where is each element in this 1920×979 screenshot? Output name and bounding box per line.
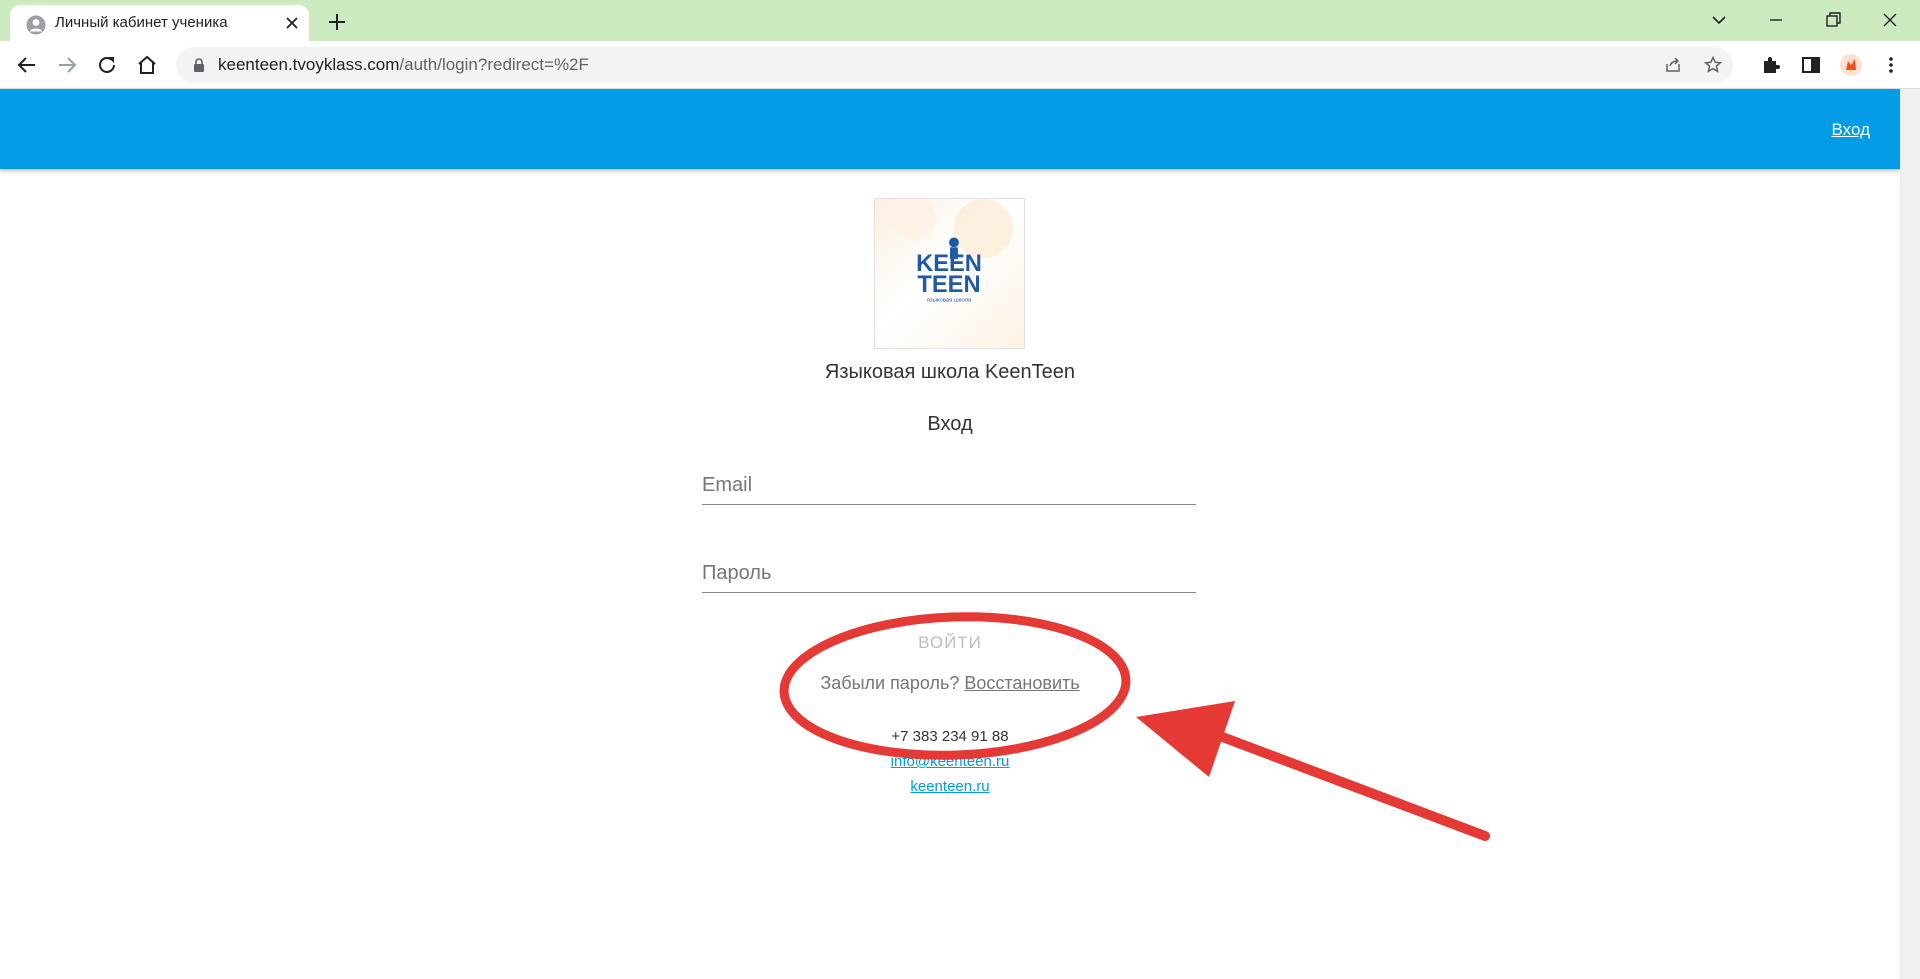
- address-bar[interactable]: keenteen.tvoyklass.com/auth/login?redire…: [176, 47, 1733, 83]
- page-viewport: Вход KEEN TEEN языковая школа Языковая ш…: [0, 89, 1900, 979]
- form-title: Вход: [927, 413, 973, 435]
- restore-password-link[interactable]: Восстановить: [964, 673, 1079, 693]
- login-submit-button[interactable]: ВОЙТИ: [860, 627, 1040, 659]
- school-logo: KEEN TEEN языковая школа: [874, 197, 1025, 349]
- contacts-block: +7 383 234 91 88 info@keenteen.ru keente…: [0, 724, 1900, 799]
- reload-icon[interactable]: [95, 53, 119, 77]
- extensions-puzzle-icon[interactable]: [1759, 53, 1783, 77]
- url-path: /auth/login?redirect=%2F: [399, 55, 589, 74]
- account-icon: [26, 15, 46, 35]
- tab-search-chevron-icon[interactable]: [1707, 8, 1731, 32]
- browser-menu-icon[interactable]: [1879, 53, 1903, 77]
- profile-avatar-icon[interactable]: [1839, 53, 1863, 77]
- restore-icon[interactable]: [1821, 8, 1845, 32]
- url-host: keenteen.tvoyklass.com: [218, 55, 400, 74]
- forgot-password-question: Забыли пароль?: [820, 673, 960, 693]
- contact-phone: +7 383 234 91 88: [891, 728, 1009, 745]
- forward-arrow-icon[interactable]: [55, 53, 79, 77]
- page-scrollbar[interactable]: [1900, 89, 1920, 979]
- side-panel-icon[interactable]: [1799, 53, 1823, 77]
- share-icon[interactable]: [1663, 55, 1683, 75]
- url-text[interactable]: keenteen.tvoyklass.com/auth/login?redire…: [218, 55, 589, 75]
- logo-line2: TEEN: [917, 272, 980, 298]
- keenteen-logo-icon: KEEN TEEN языковая школа: [892, 197, 1014, 304]
- browser-tab[interactable]: Личный кабинет ученика: [10, 5, 309, 41]
- logo-caption: языковая школа: [927, 298, 972, 304]
- email-field[interactable]: [702, 455, 1196, 505]
- email-input[interactable]: [702, 455, 1196, 504]
- close-window-icon[interactable]: [1878, 8, 1902, 32]
- minimize-icon[interactable]: [1764, 8, 1788, 32]
- close-tab-icon[interactable]: [284, 15, 300, 31]
- lock-icon[interactable]: [191, 57, 207, 73]
- school-name: Языковая школа KeenTeen: [824, 361, 1076, 383]
- password-input[interactable]: [702, 543, 1196, 592]
- bookmark-star-icon[interactable]: [1703, 55, 1723, 75]
- back-arrow-icon[interactable]: [15, 53, 39, 77]
- tab-title: Личный кабинет ученика: [55, 14, 228, 31]
- browser-toolbar: keenteen.tvoyklass.com/auth/login?redire…: [0, 41, 1920, 89]
- forgot-password-row: Забыли пароль? Восстановить: [0, 673, 1900, 694]
- home-icon[interactable]: [135, 53, 159, 77]
- header-login-link[interactable]: Вход: [1832, 120, 1870, 140]
- password-field[interactable]: [702, 543, 1196, 593]
- new-tab-icon[interactable]: [325, 10, 349, 34]
- contact-email-link[interactable]: info@keenteen.ru: [0, 749, 1900, 774]
- contact-site-link[interactable]: keenteen.ru: [0, 774, 1900, 799]
- browser-tab-strip: Личный кабинет ученика: [0, 0, 1920, 41]
- app-header: Вход: [0, 89, 1900, 169]
